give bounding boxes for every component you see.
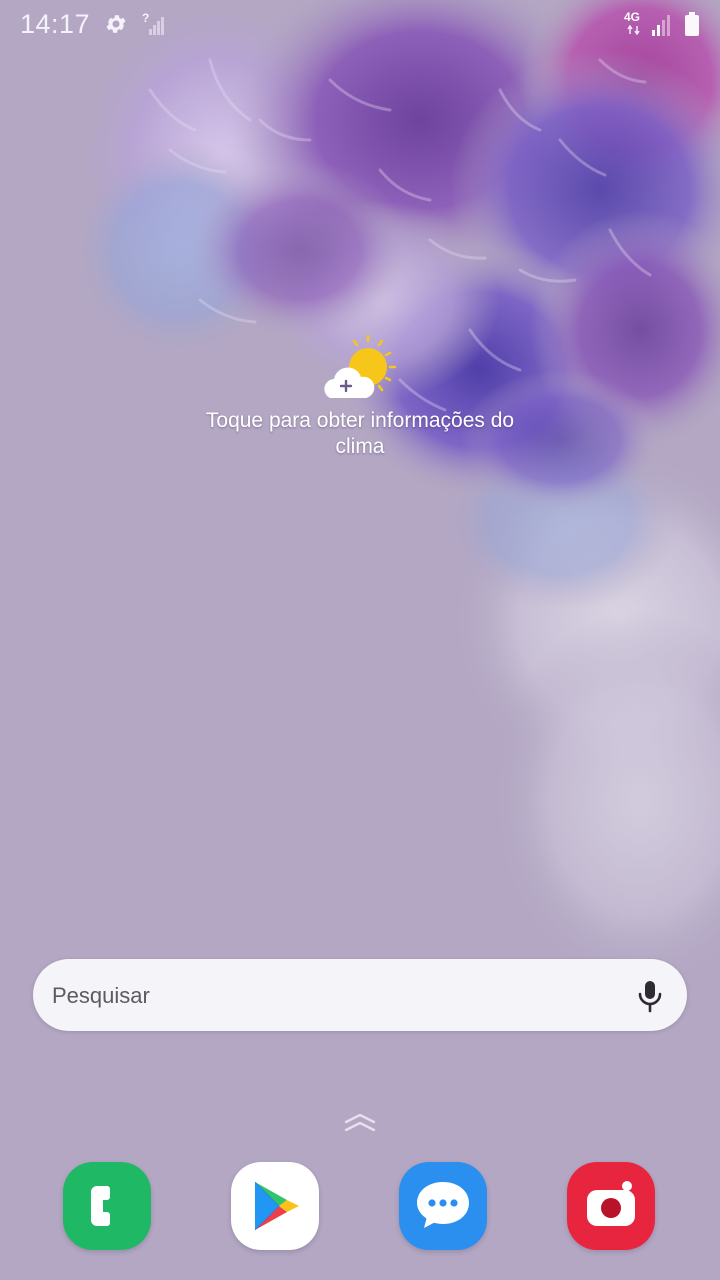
network-type-label: 4G bbox=[624, 10, 641, 24]
wallpaper bbox=[0, 0, 720, 1280]
battery-icon bbox=[685, 12, 699, 36]
messages-icon bbox=[417, 1182, 469, 1228]
camera-icon bbox=[587, 1181, 635, 1226]
phone-icon bbox=[91, 1186, 110, 1226]
search-bar[interactable]: Pesquisar bbox=[33, 959, 687, 1031]
status-time: 14:17 bbox=[20, 9, 91, 39]
search-placeholder: Pesquisar bbox=[52, 983, 150, 1008]
messages-app[interactable] bbox=[399, 1162, 487, 1250]
microphone-icon[interactable] bbox=[635, 979, 665, 1013]
svg-text:?: ? bbox=[142, 11, 149, 25]
phone-app[interactable] bbox=[63, 1162, 151, 1250]
cell-signal-icon bbox=[652, 15, 670, 36]
status-bar: 14:17 ? 4G bbox=[0, 0, 720, 48]
play-store-icon bbox=[254, 1181, 299, 1231]
network-4g-icon: 4G bbox=[624, 10, 646, 38]
weather-widget[interactable]: Toque para obter informações do clima bbox=[180, 332, 540, 464]
weather-add-icon bbox=[324, 334, 397, 398]
play-store-app[interactable] bbox=[231, 1162, 319, 1250]
camera-app[interactable] bbox=[567, 1162, 655, 1250]
app-dock bbox=[0, 1162, 720, 1252]
weather-message: Toque para obter informações do clima bbox=[205, 409, 515, 458]
gear-icon bbox=[106, 15, 126, 33]
chevron-up-icon[interactable] bbox=[343, 1112, 377, 1134]
no-signal-icon: ? bbox=[142, 11, 164, 35]
